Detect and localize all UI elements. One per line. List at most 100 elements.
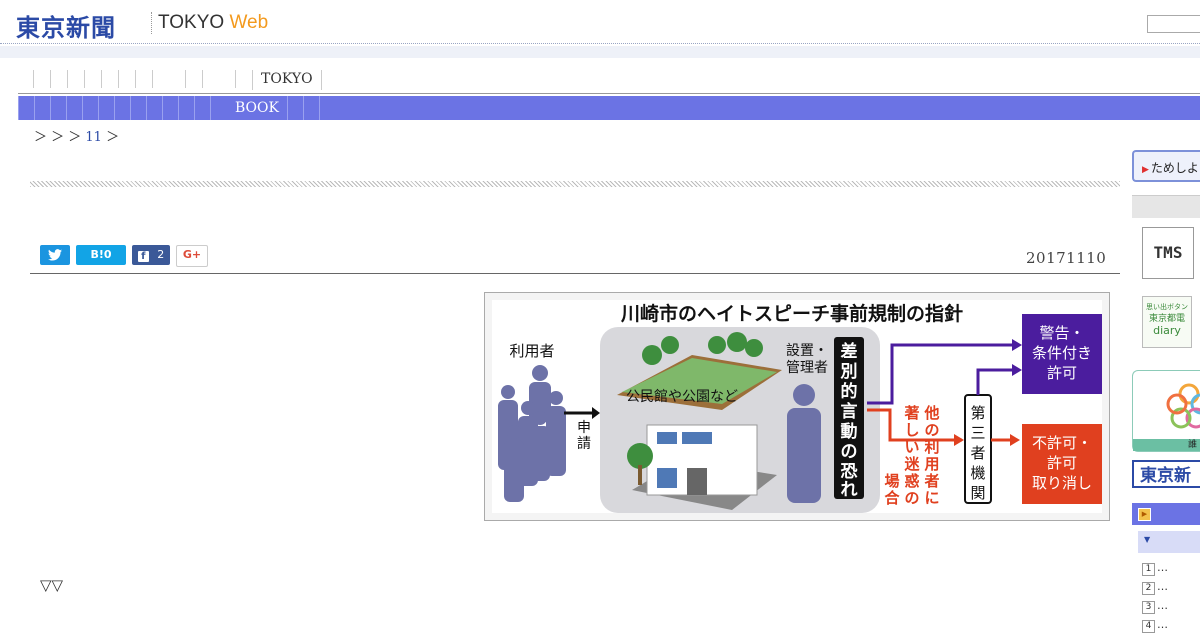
nav-divider (18, 93, 1200, 94)
facebook-count: 2 (157, 248, 165, 261)
nav-item[interactable] (185, 70, 202, 88)
figure-title: 川崎市のヘイトスピーチ事前規制の指針 (620, 302, 963, 325)
ranking-subheader[interactable]: ▼ (1138, 531, 1200, 553)
breadcrumb: ＞ ＞ ＞ 11 ＞ (34, 126, 119, 145)
category-item[interactable] (304, 96, 320, 120)
try-button[interactable]: ▶ ためしよ (1132, 150, 1200, 182)
ranking-item[interactable]: 4… (1142, 618, 1168, 637)
category-item[interactable] (83, 96, 99, 120)
category-item[interactable] (131, 96, 147, 120)
logo-tokyo-text: TOKYO (158, 12, 225, 33)
category-item[interactable] (35, 96, 51, 120)
svg-text:別: 別 (840, 362, 858, 382)
ranking-item[interactable]: 1… (1142, 561, 1168, 580)
ranking-icon: ▶ (1138, 508, 1151, 521)
logo-web-text: Web (229, 12, 269, 33)
hate-speech-diagram: 川崎市のヘイトスピーチ事前規制の指針 利用者 申 請 公民館や公園など 設置・ … (492, 300, 1102, 513)
svg-text:第: 第 (970, 404, 985, 422)
nav-item[interactable] (101, 70, 118, 88)
sidebar-header (1132, 195, 1200, 218)
category-item[interactable] (67, 96, 83, 120)
svg-text:的: 的 (841, 381, 858, 402)
svg-text:三: 三 (970, 424, 985, 442)
svg-text:著: 著 (903, 404, 919, 422)
ranking-header: ▶ (1132, 503, 1200, 525)
article-rule (30, 273, 1120, 274)
play-arrow-icon: ▶ (1142, 165, 1149, 175)
breadcrumb-link[interactable]: 11 (85, 130, 102, 145)
deny-line-3: 取り消し (1032, 474, 1092, 492)
category-item[interactable] (18, 96, 35, 120)
twitter-share-button[interactable] (40, 245, 70, 265)
permit-line-1: 警告・ (1039, 324, 1084, 342)
tokyo-web-logo[interactable]: TOKYO Web (158, 12, 268, 34)
category-bar: BOOK (18, 96, 1200, 120)
svg-text:合: 合 (883, 489, 900, 507)
category-item[interactable] (179, 96, 195, 120)
apply-label-2: 請 (577, 436, 591, 452)
ranking-item[interactable]: 2… (1142, 580, 1168, 599)
nav-item[interactable] (135, 70, 152, 88)
diary-line-1: 思い出ボタン (1146, 303, 1188, 311)
rank-number: 2 (1142, 582, 1155, 595)
hatched-divider (30, 181, 1120, 187)
apply-label-1: 申 (577, 420, 591, 436)
svg-text:機: 機 (970, 464, 985, 482)
rank-number: 1 (1142, 563, 1155, 576)
tokyo-shimbun-banner[interactable]: 東京新 (1132, 460, 1200, 488)
deny-line-1: 不許可・ (1032, 434, 1092, 452)
google-plus-share-button[interactable]: G+ (176, 245, 208, 267)
share-buttons: B!0 f 2 G+ (40, 245, 208, 267)
third-party-label: 第三者 機関 (970, 404, 985, 502)
nav-item-tokyo[interactable]: TOKYO (252, 70, 322, 90)
tms-banner[interactable]: TMS (1142, 227, 1194, 279)
promo-banner[interactable]: 誰 (1132, 370, 1200, 452)
toden-diary-banner[interactable]: 思い出ボタン 東京都電 diary (1142, 296, 1192, 348)
permit-line-3: 許可 (1047, 364, 1077, 382)
svg-text:惑: 惑 (904, 472, 919, 490)
category-item[interactable] (51, 96, 67, 120)
manager-label-1: 設置・ (786, 343, 828, 359)
category-item[interactable] (163, 96, 179, 120)
svg-text:し: し (904, 421, 919, 439)
category-item-book[interactable]: BOOK (227, 96, 288, 120)
nav-item[interactable] (202, 70, 235, 88)
search-input[interactable] (1147, 15, 1200, 33)
logo-divider (151, 12, 153, 34)
diary-line-3: diary (1153, 324, 1181, 337)
permit-line-2: 条件付き (1032, 344, 1092, 362)
svg-text:利: 利 (924, 438, 939, 456)
article-figure[interactable]: 川崎市のヘイトスピーチ事前規制の指針 利用者 申 請 公民館や公園など 設置・ … (484, 292, 1110, 521)
breadcrumb-prefix: ＞ ＞ ＞ (34, 130, 82, 145)
svg-text:迷: 迷 (903, 455, 920, 473)
nav-item[interactable] (67, 70, 84, 88)
nav-item[interactable] (235, 70, 252, 88)
category-item[interactable] (195, 96, 211, 120)
section-marker: ▽▽ (40, 576, 64, 594)
facebook-share-button[interactable]: f 2 (132, 245, 170, 265)
category-item[interactable] (147, 96, 163, 120)
category-item[interactable] (99, 96, 115, 120)
nav-item[interactable] (84, 70, 101, 88)
right-sidebar: ▶ ためしよ TMS 思い出ボタン 東京都電 diary 誰 東京新 ▶ ▼ 1…… (1132, 150, 1200, 633)
svg-text:関: 関 (970, 484, 985, 502)
nav-item[interactable] (50, 70, 67, 88)
dropdown-triangle-icon: ▼ (1144, 535, 1151, 544)
facebook-icon: f (137, 251, 149, 262)
svg-text:場: 場 (884, 472, 899, 490)
article-date: 20171110 (1026, 249, 1107, 267)
svg-text:者: 者 (970, 444, 985, 462)
svg-text:の: の (924, 421, 939, 439)
category-item[interactable] (288, 96, 304, 120)
ranking-item[interactable]: 3… (1142, 599, 1168, 618)
category-item[interactable] (115, 96, 131, 120)
try-label: ためしよ (1150, 161, 1199, 175)
nav-item[interactable] (118, 70, 135, 88)
site-logo[interactable]: 東京新聞 (16, 8, 116, 43)
nav-item[interactable] (33, 70, 50, 88)
svg-text:動: 動 (841, 421, 858, 442)
svg-text:れ: れ (841, 480, 858, 500)
svg-text:差: 差 (841, 341, 858, 362)
hatena-bookmark-button[interactable]: B!0 (76, 245, 126, 265)
nav-item[interactable] (152, 70, 185, 88)
